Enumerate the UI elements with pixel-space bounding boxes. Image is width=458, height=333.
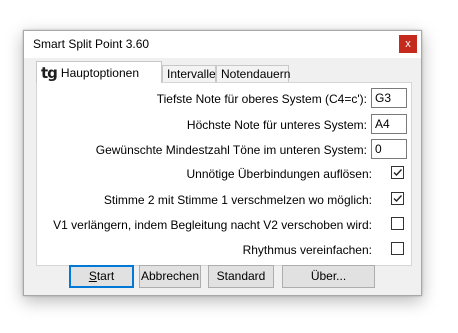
lowest-upper-row: Tiefste Note für oberes System (C4=c'): … <box>37 88 411 110</box>
checkmark-icon <box>393 195 403 203</box>
resolve-ties-label: Unnötige Überbindungen auflösen: <box>186 167 372 181</box>
start-label-rest: tart <box>96 269 115 283</box>
min-notes-row: Gewünschte Mindestzahl Töne im unteren S… <box>37 139 411 161</box>
lowest-upper-field[interactable]: G3 <box>371 88 407 108</box>
extend-v1-label: V1 verlängern, indem Begleitung nacht V2… <box>53 218 372 232</box>
tab-notendauern[interactable]: Notendauern <box>216 65 291 82</box>
merge-voice-label: Stimme 2 mit Stimme 1 verschmelzen wo mö… <box>103 193 372 207</box>
dialog-window: Smart Split Point 3.60 x tg Hauptoptionen… <box>23 30 422 296</box>
tab-hauptoptionen[interactable]: tg Hauptoptionen <box>36 61 162 83</box>
tab-label: Notendauern <box>221 67 291 81</box>
checkmark-icon <box>393 169 403 177</box>
window-title: Smart Split Point 3.60 <box>33 37 150 51</box>
highest-lower-row: Höchste Note für unteres System: A4 <box>37 114 411 136</box>
start-mnemonic: S <box>88 269 97 283</box>
options-panel: Tiefste Note für oberes System (C4=c'): … <box>36 82 412 266</box>
resolve-ties-row: Unnötige Überbindungen auflösen: <box>37 163 411 185</box>
lowest-upper-label: Tiefste Note für oberes System (C4=c'): <box>156 92 367 106</box>
simplify-rhythm-checkbox[interactable] <box>391 242 404 255</box>
title-bar[interactable]: Smart Split Point 3.60 x <box>24 31 421 58</box>
extend-v1-checkbox[interactable] <box>391 217 404 230</box>
min-notes-field[interactable]: 0 <box>371 139 407 159</box>
merge-voice-row: Stimme 2 mit Stimme 1 verschmelzen wo mö… <box>37 189 411 211</box>
about-button[interactable]: Über... <box>282 265 375 288</box>
highest-lower-field[interactable]: A4 <box>371 114 407 134</box>
min-notes-label: Gewünschte Mindestzahl Töne im unteren S… <box>95 143 367 157</box>
cancel-button[interactable]: Abbrechen <box>139 265 201 288</box>
simplify-rhythm-label: Rhythmus vereinfachen: <box>242 243 372 257</box>
extend-v1-row: V1 verlängern, indem Begleitung nacht V2… <box>37 214 411 236</box>
merge-voice-checkbox[interactable] <box>391 192 404 205</box>
resolve-ties-checkbox[interactable] <box>391 166 404 179</box>
simplify-rhythm-row: Rhythmus vereinfachen: <box>37 239 411 261</box>
tab-strip: tg Hauptoptionen Intervalle Notendauern <box>36 61 416 83</box>
close-button[interactable]: x <box>399 35 417 53</box>
default-button[interactable]: Standard <box>208 265 274 288</box>
highest-lower-label: Höchste Note für unteres System: <box>186 118 367 132</box>
tab-intervalle[interactable]: Intervalle <box>162 65 216 82</box>
tab-label: Intervalle <box>167 67 216 81</box>
tg-logo-icon: tg <box>41 64 58 82</box>
start-button[interactable]: Start <box>69 265 134 288</box>
tab-label: Hauptoptionen <box>60 66 139 80</box>
